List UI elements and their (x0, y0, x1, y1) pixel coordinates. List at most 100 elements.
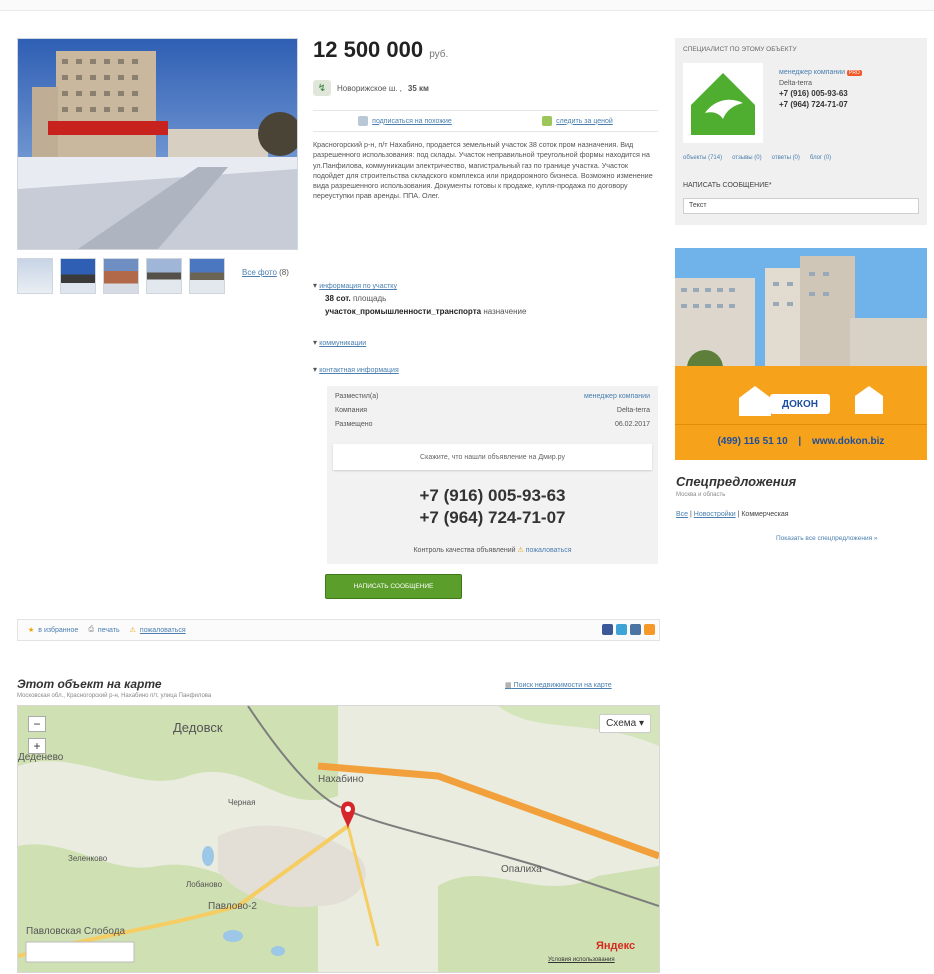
all-photos-label[interactable]: Все фото (242, 268, 277, 277)
printer-icon: ⎙ (88, 626, 94, 633)
twitter-icon[interactable] (616, 624, 627, 635)
location-distance: 35 км (407, 83, 429, 93)
spec-section-plot[interactable]: ▾ информация по участку (313, 281, 658, 290)
quality-control-text: Контроль качества объявлений (413, 547, 516, 554)
company-value: Delta-terra (616, 407, 650, 414)
map-terms-link[interactable]: Условия использования (548, 957, 615, 963)
favorites-label[interactable]: в избранное (38, 627, 78, 634)
share-buttons (602, 624, 655, 635)
complain-action-label[interactable]: пожаловаться (140, 627, 186, 634)
agent-link-reviews[interactable]: отзывы (0) (732, 155, 762, 161)
write-message-label: НАПИСАТЬ СООБЩЕНИЕ* (683, 182, 772, 189)
envelope-icon (358, 116, 369, 126)
watch-price-link[interactable]: следить за ценой (542, 116, 613, 126)
spec-section-contact[interactable]: ▾ контактная информация (313, 365, 658, 374)
spec-area-value: 38 сот. (325, 294, 351, 303)
facebook-icon[interactable] (602, 624, 613, 635)
vk-icon[interactable] (630, 624, 641, 635)
show-all-offers-link[interactable]: Показать все спецпредложения » (776, 535, 878, 542)
write-message-button[interactable]: НАПИСАТЬ СООБЩЕНИЕ (325, 574, 462, 599)
photo-thumbnail[interactable] (17, 258, 53, 294)
subscribe-similar-link[interactable]: подписаться на похожие (358, 116, 452, 126)
map-search-label[interactable]: Поиск недвижимости на карте (514, 682, 612, 689)
contact-phone-1[interactable]: +7 (916) 005-93-63 (327, 486, 658, 506)
agent-phone-2[interactable]: +7 (964) 724-71-07 (779, 99, 862, 110)
print-label[interactable]: печать (98, 627, 120, 634)
map-label-nakhabino: Нахабино (318, 774, 364, 785)
map-search-link[interactable]: ▦ Поиск недвижимости на карте (505, 681, 612, 689)
listing-description: Красногорский р-н, п/т Нахабино, продает… (313, 140, 653, 201)
price-tag-icon (542, 116, 553, 126)
map-title: Этот объект на карте (17, 677, 162, 691)
agent-link-objects[interactable]: объекты (714) (683, 155, 722, 161)
watch-price-label[interactable]: следить за ценой (556, 118, 613, 125)
spec-section-contact-label[interactable]: контактная информация (319, 367, 399, 374)
actions-bar: ★ в избранное ⎙ печать ⚠ пожаловаться (17, 619, 660, 641)
favorites-action[interactable]: ★ в избранное (28, 626, 78, 635)
company-logo[interactable] (683, 63, 763, 143)
spec-area-label: площадь (352, 294, 387, 303)
tell-them-note: Скажите, что нашли объявление на Дмир.ру (333, 444, 652, 470)
ad-site: www.dokon.biz (812, 436, 885, 447)
offers-filter-commercial: Коммерческая (741, 511, 789, 518)
agent-company: Delta-terra (779, 79, 813, 87)
highway-icon: ↯ (313, 80, 331, 96)
ad-brand: ДОКОН (770, 394, 830, 414)
map-label-zelenkovo: Зеленково (68, 854, 108, 863)
pro-badge: PRO (846, 70, 862, 76)
yandex-logo: Яндекс (596, 940, 636, 952)
chevron-down-icon: ▾ (638, 718, 644, 729)
placed-by-row: Разместил(а) менеджер компании (335, 393, 650, 405)
ad-phone: (499) 116 51 10 (717, 436, 788, 447)
photo-thumbnail[interactable] (146, 258, 182, 294)
company-label: Компания (335, 407, 368, 414)
map-view[interactable]: − + Схема ▾ Дедовск Деденево Нахабино Че… (17, 705, 660, 973)
ad-banner[interactable]: ДОКОН (499) 116 51 10 | www.dokon.biz (675, 248, 927, 460)
photo-thumbnail[interactable] (189, 258, 225, 294)
all-photos-link[interactable]: Все фото (8) (242, 268, 289, 277)
offers-filter-new[interactable]: Новостройки (694, 511, 736, 518)
map-label-dedovsk: Дедовск (173, 720, 223, 735)
spec-section-communications[interactable]: ▾ коммуникации (313, 338, 658, 347)
agent-links: объекты (714) отзывы (0) ответы (0) блог… (683, 155, 831, 161)
spec-section-communications-label[interactable]: коммуникации (319, 340, 366, 347)
agent-name[interactable]: менеджер компании (779, 69, 845, 76)
complain-action[interactable]: ⚠ пожаловаться (130, 626, 186, 635)
quality-control: Контроль качества объявлений ⚠ пожаловат… (327, 546, 658, 554)
message-input[interactable]: Текст (683, 198, 919, 214)
main-photo[interactable] (17, 38, 302, 250)
map-label-chernaya: Черная (228, 798, 256, 807)
agent-link-blog[interactable]: блог (0) (810, 155, 831, 161)
special-offers-region: Москва и область (676, 492, 726, 498)
complain-link[interactable]: пожаловаться (526, 547, 572, 554)
placed-by-value[interactable]: менеджер компании (584, 393, 650, 405)
subscribe-bar: подписаться на похожие следить за ценой (313, 110, 658, 132)
agent-link-answers[interactable]: ответы (0) (772, 155, 800, 161)
spec-section-plot-label[interactable]: информация по участку (319, 283, 397, 290)
zoom-out-button[interactable]: − (28, 716, 46, 732)
map-type-label[interactable]: Схема (606, 718, 636, 729)
odnoklassniki-icon[interactable] (644, 624, 655, 635)
agent-info: менеджер компании PRO Delta-terra +7 (91… (779, 68, 862, 110)
spec-purpose-label: назначение (483, 307, 527, 316)
map-label-pavlovskaya: Павловская Слобода (26, 926, 126, 937)
subscribe-similar-label[interactable]: подписаться на похожие (372, 118, 452, 125)
all-photos-count: (8) (279, 268, 289, 277)
photo-thumbnail[interactable] (103, 258, 139, 294)
print-action[interactable]: ⎙ печать (88, 626, 119, 634)
agent-phone-1[interactable]: +7 (916) 005-93-63 (779, 88, 862, 99)
map-type-select[interactable]: Схема ▾ (599, 714, 651, 733)
map-zoom-controls: − + (28, 716, 48, 754)
warning-icon: ⚠ (517, 547, 524, 554)
offers-filter-all[interactable]: Все (676, 511, 688, 518)
price: 12 500 000 руб. (313, 37, 448, 63)
ad-contacts: (499) 116 51 10 | www.dokon.biz (717, 436, 885, 447)
price-value: 12 500 000 (313, 37, 424, 62)
date-label: Размещено (335, 421, 373, 428)
spec-area: 38 сот. площадь (325, 294, 658, 303)
date-value: 06.02.2017 (614, 421, 650, 428)
photo-thumbnail[interactable] (60, 258, 96, 294)
contact-phone-2[interactable]: +7 (964) 724-71-07 (327, 508, 658, 528)
contact-card: Разместил(а) менеджер компании Компания … (327, 386, 658, 564)
map-label-dedenevo: Деденево (18, 752, 64, 763)
